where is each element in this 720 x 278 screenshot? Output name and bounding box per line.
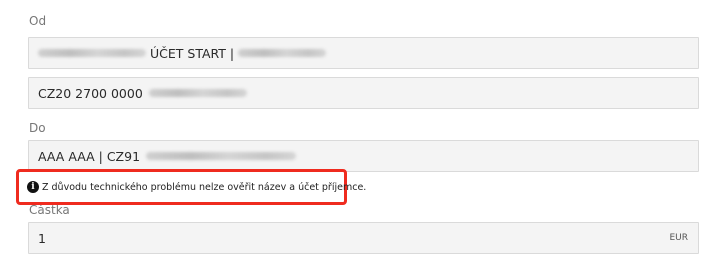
from-label: Od [29,14,47,28]
to-recipient-field[interactable]: AAA AAA | CZ91 [28,140,699,172]
to-label: Do [29,121,46,135]
amount-value: 1 [38,230,46,246]
redacted-account-suffix [238,49,327,57]
from-iban-field[interactable]: CZ20 2700 0000 [28,77,699,109]
amount-input[interactable]: 1 EUR [28,222,699,254]
amount-label: Částka [29,203,70,217]
info-icon: i [27,181,39,193]
recipient-verification-warning: i Z důvodu technického problému nelze ov… [16,169,366,205]
redacted-recipient-iban [146,152,297,160]
redacted-iban [148,89,247,97]
from-account-name: ÚČET START | [150,45,235,61]
redacted-account-prefix [38,49,146,57]
to-recipient-text: AAA AAA | CZ91 [38,148,141,164]
from-iban-text: CZ20 2700 0000 [38,85,143,101]
currency-label: EUR [669,233,688,243]
warning-text: Z důvodu technického problému nelze ověř… [42,181,367,193]
from-account-select[interactable]: ÚČET START | [28,37,699,69]
